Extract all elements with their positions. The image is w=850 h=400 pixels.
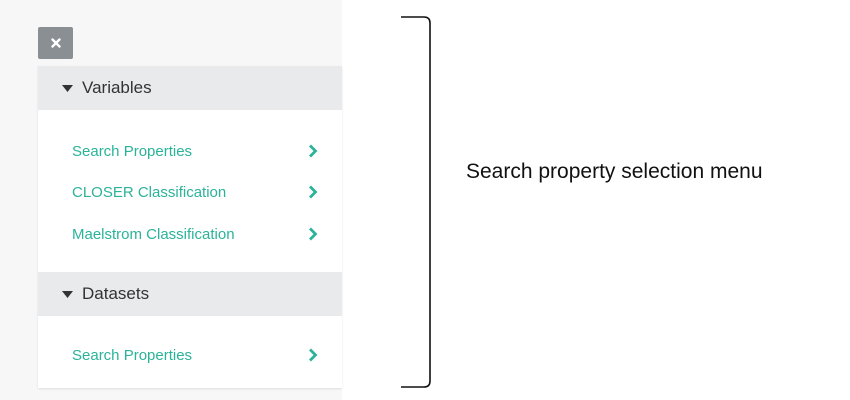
menu-item-variables-search-properties[interactable]: Search Properties — [38, 136, 342, 166]
menu-item-closer-classification[interactable]: CLOSER Classification — [38, 177, 342, 207]
side-panel: Variables Search Properties CLOSER Class… — [0, 0, 342, 400]
menu-item-label: CLOSER Classification — [72, 183, 227, 201]
annotation-label: Search property selection menu — [466, 160, 763, 183]
section-title: Datasets — [82, 284, 150, 303]
chevron-right-icon — [309, 185, 318, 199]
menu-item-datasets-search-properties[interactable]: Search Properties — [38, 340, 342, 370]
caret-down-icon — [62, 83, 74, 93]
menu-item-label: Search Properties — [72, 142, 193, 160]
section-header-variables[interactable]: Variables — [38, 66, 342, 110]
search-property-menu: Variables Search Properties CLOSER Class… — [38, 66, 342, 388]
menu-item-label: Search Properties — [72, 346, 193, 364]
menu-item-maelstrom-classification[interactable]: Maelstrom Classification — [38, 219, 342, 249]
menu-item-label: Maelstrom Classification — [72, 225, 235, 243]
section-title: Variables — [82, 78, 152, 97]
caret-down-icon — [62, 289, 74, 299]
screenshot-stage: Variables Search Properties CLOSER Class… — [0, 0, 850, 400]
section-header-datasets[interactable]: Datasets — [38, 272, 342, 316]
close-button[interactable] — [38, 27, 73, 59]
bracket-annotation — [401, 16, 431, 388]
chevron-right-icon — [309, 144, 318, 158]
chevron-right-icon — [309, 227, 318, 241]
close-icon — [50, 38, 61, 48]
chevron-right-icon — [309, 348, 318, 362]
